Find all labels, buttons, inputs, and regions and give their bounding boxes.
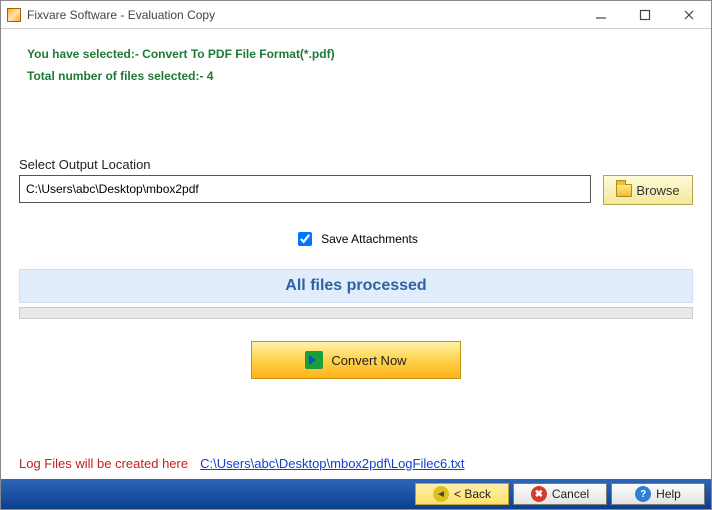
progress-bar xyxy=(19,307,693,319)
app-window: Fixvare Software - Evaluation Copy You h… xyxy=(0,0,712,510)
file-count-info: Total number of files selected:- 4 xyxy=(27,69,685,83)
convert-arrow-icon xyxy=(305,351,323,369)
maximize-button[interactable] xyxy=(623,1,667,29)
save-attachments-checkbox[interactable] xyxy=(298,232,312,246)
save-attachments-label: Save Attachments xyxy=(321,232,418,246)
folder-icon xyxy=(616,184,632,197)
convert-now-button[interactable]: Convert Now xyxy=(251,341,461,379)
titlebar: Fixvare Software - Evaluation Copy xyxy=(1,1,711,29)
cancel-button-label: Cancel xyxy=(552,487,589,501)
footer-bar: ◄ < Back ✖ Cancel ? Help xyxy=(1,479,711,509)
help-button-label: Help xyxy=(656,487,681,501)
cancel-button[interactable]: ✖ Cancel xyxy=(513,483,607,505)
save-attachments-row: Save Attachments xyxy=(19,229,693,249)
app-icon xyxy=(7,8,21,22)
help-button[interactable]: ? Help xyxy=(611,483,705,505)
window-title: Fixvare Software - Evaluation Copy xyxy=(27,8,215,22)
help-icon: ? xyxy=(635,486,651,502)
log-path-link[interactable]: C:\Users\abc\Desktop\mbox2pdf\LogFilec6.… xyxy=(200,456,464,471)
output-location-input[interactable] xyxy=(19,175,591,203)
convert-button-label: Convert Now xyxy=(331,353,406,368)
log-row: Log Files will be created here C:\Users\… xyxy=(19,456,693,471)
back-arrow-icon: ◄ xyxy=(433,486,449,502)
status-message: All files processed xyxy=(19,269,693,303)
browse-button-label: Browse xyxy=(636,183,679,198)
main-content: You have selected:- Convert To PDF File … xyxy=(1,29,711,479)
minimize-button[interactable] xyxy=(579,1,623,29)
log-label: Log Files will be created here xyxy=(19,456,188,471)
output-location-label: Select Output Location xyxy=(19,157,693,172)
browse-button[interactable]: Browse xyxy=(603,175,693,205)
back-button[interactable]: ◄ < Back xyxy=(415,483,509,505)
cancel-icon: ✖ xyxy=(531,486,547,502)
close-button[interactable] xyxy=(667,1,711,29)
back-button-label: < Back xyxy=(454,487,491,501)
selection-info: You have selected:- Convert To PDF File … xyxy=(27,47,685,61)
